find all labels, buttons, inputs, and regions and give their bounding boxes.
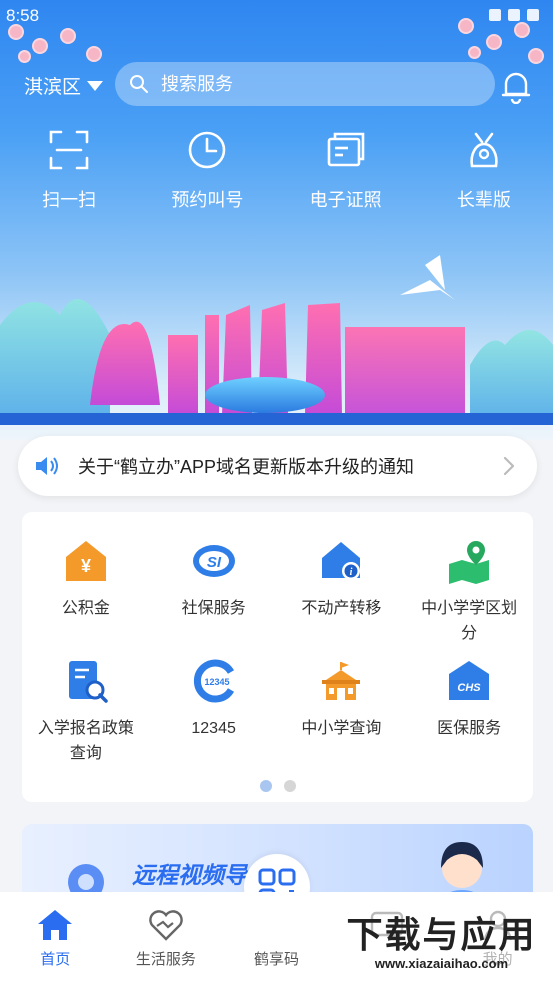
service-label: 医保服务 (437, 720, 502, 737)
school-building-icon (322, 662, 361, 700)
page-dot[interactable] (283, 780, 296, 792)
medical-insurance-icon: CHS (449, 661, 490, 700)
site-watermark: 下载与应用 www.xiazaiaihao.com (330, 892, 553, 984)
service-label: 不动产转移 (301, 600, 382, 617)
watermark-url: www.xiazaiaihao.com (374, 955, 509, 971)
bell-icon[interactable] (500, 68, 532, 104)
home-icon (38, 910, 73, 940)
service-property-transfer[interactable]: i 不动产转移 (278, 538, 406, 658)
elder-icon (470, 132, 498, 168)
service-medical-insurance[interactable]: CHS 医保服务 (405, 658, 533, 778)
quick-label: 电子证照 (309, 190, 382, 210)
speaker-icon (36, 457, 58, 475)
scan-icon (49, 130, 89, 170)
status-icons (489, 9, 539, 21)
hotline-12345-icon: 12345 (193, 659, 234, 703)
service-label: 中小学查询 (301, 720, 382, 737)
page-dot-active[interactable] (259, 780, 272, 792)
notice-text: 关于“鹤立办”APP域名更新版本升级的通知 (78, 457, 415, 477)
hero-header: 8:58 淇滨区 搜索服务 扫一扫 预约叫号 电子证照 长辈版 (0, 0, 553, 440)
clock-icon (189, 131, 226, 169)
region-selector[interactable]: 淇滨区 (24, 72, 104, 99)
battery-icon (527, 9, 539, 21)
quick-appointment[interactable]: 预约叫号 (138, 128, 276, 212)
tab-qr-code[interactable]: 鹤享码 (221, 892, 332, 984)
service-school-query[interactable]: 中小学查询 (278, 658, 406, 778)
service-enroll-policy[interactable]: 入学报名政策查询 (22, 658, 150, 778)
service-label: 社保服务 (181, 600, 246, 617)
caret-down-icon (87, 80, 104, 91)
social-security-icon: SI (192, 545, 235, 577)
quick-e-license[interactable]: 电子证照 (277, 128, 415, 212)
watermark-title: 下载与应用 (346, 914, 537, 956)
services-grid: ¥ 公积金 SI 社保服务 i 不动产转移 中小学学区划分 入学报名政策查询 1… (22, 512, 533, 778)
page-indicator (22, 780, 533, 792)
enroll-search-icon (68, 661, 108, 703)
tab-home[interactable]: 首页 (0, 892, 111, 984)
svg-text:12345: 12345 (204, 677, 229, 687)
tab-label: 鹤享码 (253, 951, 299, 968)
tab-label: 首页 (40, 951, 71, 968)
service-label: 中小学学区划分 (421, 600, 518, 642)
tab-life-service[interactable]: 生活服务 (111, 892, 222, 984)
region-label: 淇滨区 (24, 77, 82, 98)
services-card: ¥ 公积金 SI 社保服务 i 不动产转移 中小学学区划分 入学报名政策查询 1… (22, 512, 533, 802)
notice-bar[interactable]: 关于“鹤立办”APP域名更新版本升级的通知 (18, 436, 537, 496)
service-12345[interactable]: 12345 12345 (150, 658, 278, 778)
svg-text:i: i (350, 567, 353, 578)
quick-label: 长辈版 (456, 190, 511, 210)
city-skyline-illustration (0, 255, 553, 425)
service-housing-fund[interactable]: ¥ 公积金 (22, 538, 150, 658)
status-time: 8:58 (6, 6, 40, 25)
service-label: 12345 (191, 720, 236, 737)
quick-scan[interactable]: 扫一扫 (0, 128, 138, 212)
life-service-icon (149, 910, 183, 941)
svg-text:SI: SI (207, 554, 222, 571)
service-label: 公积金 (61, 600, 110, 617)
service-label: 入学报名政策查询 (37, 720, 134, 762)
wifi-icon (489, 9, 501, 21)
svg-text:CHS: CHS (458, 682, 482, 694)
service-social-security[interactable]: SI 社保服务 (150, 538, 278, 658)
svg-text:¥: ¥ (81, 556, 91, 576)
housing-fund-icon: ¥ (65, 541, 106, 581)
search-icon (130, 75, 148, 93)
card-icon (327, 132, 364, 167)
quick-label: 预约叫号 (171, 190, 244, 210)
search-input[interactable] (161, 73, 441, 95)
property-transfer-icon: i (322, 542, 361, 580)
service-school-district[interactable]: 中小学学区划分 (405, 538, 533, 658)
quick-actions: 扫一扫 预约叫号 电子证照 长辈版 (0, 128, 553, 212)
quick-elder-mode[interactable]: 长辈版 (415, 128, 553, 212)
signal-icon (508, 9, 520, 21)
chevron-right-icon (503, 456, 515, 476)
search-bar[interactable] (115, 62, 495, 106)
quick-label: 扫一扫 (42, 190, 97, 210)
tab-label: 生活服务 (135, 951, 196, 968)
school-map-icon (449, 541, 490, 584)
